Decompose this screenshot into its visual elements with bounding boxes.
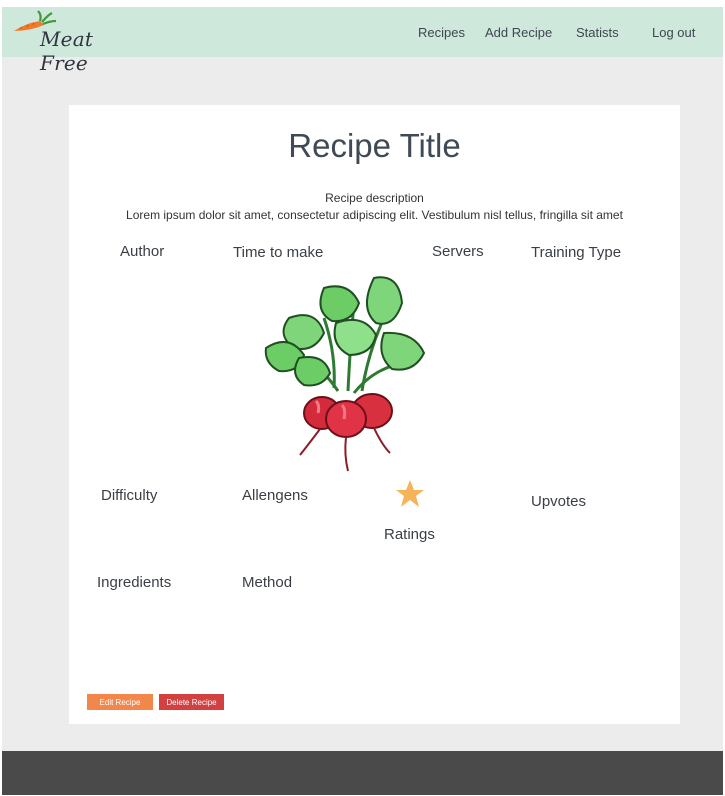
- nav-statists[interactable]: Statists: [576, 25, 619, 40]
- training-type-label: Training Type: [531, 244, 622, 261]
- delete-recipe-button[interactable]: Delete Recipe: [159, 694, 224, 710]
- brand-name: Meat Free: [40, 27, 94, 75]
- nav-log-out[interactable]: Log out: [652, 25, 695, 40]
- upvotes-label: Upvotes: [531, 493, 587, 510]
- ratings-label: Ratings: [384, 526, 435, 543]
- description-label: Recipe description: [325, 191, 424, 205]
- description-text: Lorem ipsum dolor sit amet, consectetur …: [126, 208, 623, 222]
- star-icon[interactable]: [395, 479, 425, 509]
- radish-icon: [264, 276, 426, 472]
- servers-label: Servers: [432, 243, 484, 260]
- recipe-card: Recipe Title Recipe description Lorem ip…: [69, 105, 680, 724]
- allergens-label: Allengens: [242, 487, 308, 504]
- navbar: Meat Free Recipes Add Recipe Statists Lo…: [2, 7, 723, 75]
- footer: [2, 751, 723, 795]
- recipe-title: Recipe Title: [288, 127, 461, 164]
- edit-recipe-button[interactable]: Edit Recipe: [87, 694, 153, 710]
- brand-logo[interactable]: Meat Free: [12, 9, 122, 75]
- difficulty-label: Difficulty: [101, 487, 158, 504]
- ingredients-label: Ingredients: [97, 574, 172, 591]
- method-label: Method: [242, 574, 293, 591]
- time-to-make-label: Time to make: [233, 244, 324, 261]
- nav-recipes[interactable]: Recipes: [418, 25, 465, 40]
- author-label: Author: [120, 243, 165, 260]
- nav-add-recipe[interactable]: Add Recipe: [485, 25, 552, 40]
